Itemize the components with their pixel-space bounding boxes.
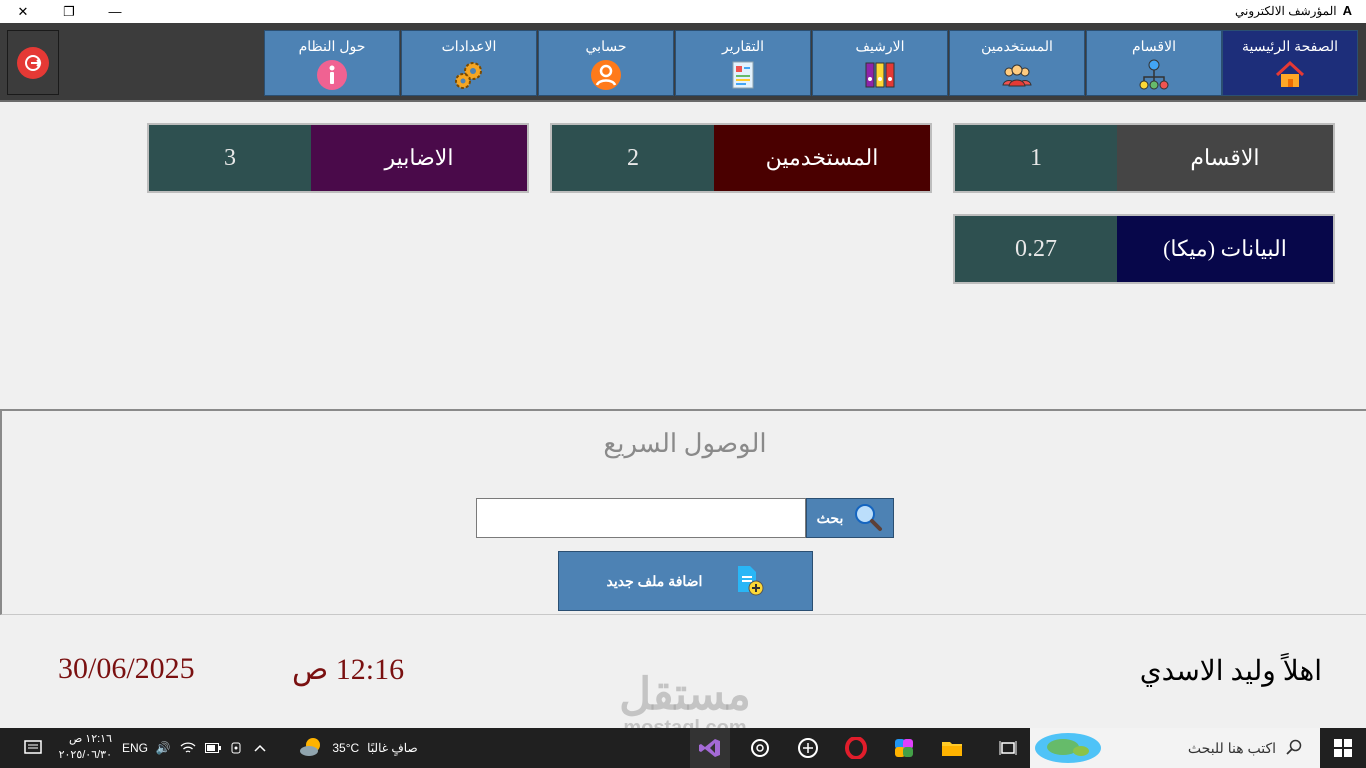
nav-departments[interactable]: الاقسام <box>1086 30 1222 96</box>
nav-account[interactable]: حسابي <box>538 30 674 96</box>
weather-temp: 35°C <box>332 741 360 755</box>
stat-value: 0.27 <box>955 216 1117 282</box>
stat-value: 1 <box>955 125 1117 191</box>
opera-icon[interactable] <box>836 728 876 768</box>
current-date: 30/06/2025 <box>58 652 195 685</box>
weather-text: صافٍ غالبًا <box>367 741 418 755</box>
add-file-icon <box>732 564 764 599</box>
weather-widget[interactable]: 35°C صافٍ غالبًا <box>288 728 428 768</box>
stat-label: البيانات (ميكا) <box>1117 216 1333 282</box>
language-indicator[interactable]: ENG <box>120 728 150 768</box>
nav-label: حسابي <box>585 38 627 54</box>
window-title: A المؤرشف الالكتروني <box>1235 3 1352 18</box>
nav-label: الارشيف <box>855 38 905 54</box>
search-icon <box>1286 739 1302 758</box>
stat-label: الاقسام <box>1117 125 1333 191</box>
stat-value: 3 <box>149 125 311 191</box>
search-highlight-icon[interactable] <box>1032 728 1104 768</box>
taskbar: ١٢:١٦ ص ٢٠٢٥/٠٦/٣٠ ENG 🔊 35°C صافٍ غالبً… <box>0 728 1366 768</box>
stat-users: 2 المستخدمين <box>550 123 932 193</box>
org-chart-icon <box>1138 59 1170 91</box>
users-icon <box>1001 59 1033 91</box>
clock-date: ٢٠٢٥/٠٦/٣٠ <box>58 749 112 761</box>
stat-label: الاضابير <box>311 125 527 191</box>
search-button[interactable]: بحث <box>806 498 894 538</box>
app-logo-icon: A <box>1342 3 1352 18</box>
exit-button[interactable] <box>7 30 59 95</box>
stat-data-size: 0.27 البيانات (ميكا) <box>953 214 1335 284</box>
search-icon <box>853 502 883 535</box>
restore-button[interactable]: ❐ <box>46 0 92 23</box>
quick-access-title: الوصول السريع <box>603 429 767 458</box>
battery-icon[interactable] <box>202 728 224 768</box>
stat-value: 2 <box>552 125 714 191</box>
nav-settings[interactable]: الاعدادات <box>401 30 537 96</box>
stat-departments: 1 الاقسام <box>953 123 1335 193</box>
nav-reports[interactable]: التقارير <box>675 30 811 96</box>
close-button[interactable]: ✕ <box>0 0 46 23</box>
volume-icon[interactable]: 🔊 <box>152 728 174 768</box>
chatgpt-icon[interactable] <box>740 728 780 768</box>
weather-icon <box>298 736 324 761</box>
watermark-ar: مستقل <box>619 670 751 719</box>
nav-about[interactable]: حول النظام <box>264 30 400 96</box>
clock-time: ١٢:١٦ ص <box>68 733 112 745</box>
search-input[interactable] <box>476 498 806 538</box>
add-file-label: اضافة ملف جديد <box>606 572 703 589</box>
stat-folders: 3 الاضابير <box>147 123 529 193</box>
file-explorer-icon[interactable] <box>932 728 972 768</box>
report-icon <box>727 59 759 91</box>
account-icon <box>590 59 622 91</box>
welcome-message: اهلاً وليد الاسدي <box>1139 656 1322 687</box>
logout-icon <box>17 46 49 79</box>
nav-label: التقارير <box>721 38 765 54</box>
current-time: 12:16 ص <box>292 653 405 686</box>
nav-label: المستخدمين <box>981 38 1053 54</box>
quick-access-panel: الوصول السريع بحث اضافة ملف جديد <box>0 409 1366 615</box>
nav-archive[interactable]: الارشيف <box>812 30 948 96</box>
nav-label: الاعدادات <box>441 38 497 54</box>
copilot-icon[interactable] <box>884 728 924 768</box>
nav-label: الصفحة الرئيسية <box>1241 38 1339 54</box>
title-bar: ✕ ❐ — A المؤرشف الالكتروني <box>0 0 1366 23</box>
nav-label: حول النظام <box>298 38 366 54</box>
start-button[interactable] <box>1320 728 1366 768</box>
nav-users[interactable]: المستخدمين <box>949 30 1085 96</box>
window-title-text: المؤرشف الالكتروني <box>1235 3 1337 18</box>
taskbar-clock[interactable]: ١٢:١٦ ص ٢٠٢٥/٠٦/٣٠ <box>52 731 112 763</box>
gears-icon <box>453 59 485 91</box>
minimize-button[interactable]: — <box>92 0 138 23</box>
info-icon <box>316 59 348 91</box>
show-hidden-icons[interactable] <box>250 728 270 768</box>
search-button-label: بحث <box>816 509 844 526</box>
binders-icon <box>864 59 896 91</box>
nav-label: الاقسام <box>1132 38 1176 54</box>
stat-label: المستخدمين <box>714 125 930 191</box>
add-file-button[interactable]: اضافة ملف جديد <box>558 551 813 611</box>
taskbar-search-placeholder: اكتب هنا للبحث <box>1187 739 1276 756</box>
main-navbar: حول النظام الاعدادات حسابي التقارير الار… <box>0 23 1366 102</box>
task-view-icon[interactable] <box>988 728 1028 768</box>
home-icon <box>1274 59 1306 91</box>
notification-icon[interactable] <box>18 728 48 768</box>
meet-now-icon[interactable] <box>226 728 248 768</box>
visual-studio-icon[interactable] <box>690 728 730 768</box>
wifi-icon[interactable] <box>176 728 200 768</box>
chatgpt-app-icon[interactable] <box>788 728 828 768</box>
nav-home[interactable]: الصفحة الرئيسية <box>1222 30 1358 96</box>
